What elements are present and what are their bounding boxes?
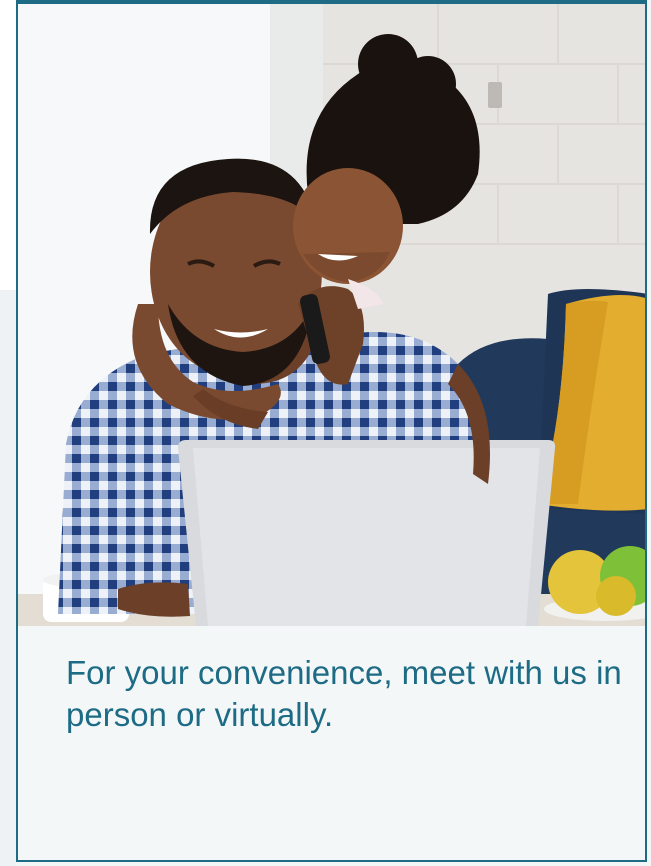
left-rail <box>0 0 16 866</box>
info-card: For your convenience, meet with us in pe… <box>16 0 647 862</box>
card-caption: For your convenience, meet with us in pe… <box>66 654 622 733</box>
page: For your convenience, meet with us in pe… <box>0 0 651 866</box>
family-photo-icon <box>18 4 645 626</box>
family-photo <box>18 4 645 626</box>
